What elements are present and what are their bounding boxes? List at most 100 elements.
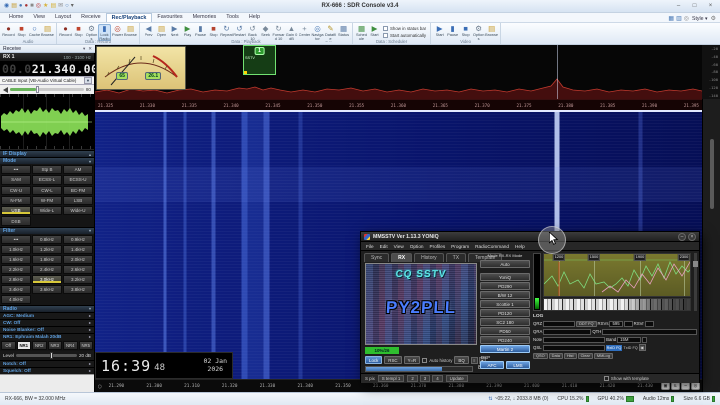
- ribbon-button[interactable]: ■ Stop: [15, 24, 28, 37]
- mmsstv-menu-item[interactable]: File: [366, 244, 374, 249]
- filter-button[interactable]: 3.4kHz: [1, 285, 31, 294]
- auto-mode-button[interactable]: Auto: [480, 260, 530, 268]
- rsvs-value[interactable]: 595: [609, 321, 622, 327]
- page-button[interactable]: 4: [432, 375, 442, 382]
- nr-button[interactable]: NR3: [48, 341, 63, 350]
- dsp-button[interactable]: AFC: [480, 361, 504, 369]
- mmsstv-menu-item[interactable]: Program: [451, 244, 469, 249]
- ribbon-tab[interactable]: Memories: [188, 13, 222, 22]
- ribbon-right-icon[interactable]: ▦: [668, 15, 674, 22]
- window-control-button[interactable]: –: [671, 1, 686, 11]
- sstv-mode-button[interactable]: B/W 12: [480, 291, 530, 299]
- ribbon-button[interactable]: ↻ Repeat: [220, 24, 233, 37]
- log-action-button[interactable]: Clear: [578, 353, 593, 359]
- quick-access-icon[interactable]: ■: [30, 3, 34, 9]
- ribbon-button[interactable]: ○ Cache: [28, 24, 41, 37]
- quick-access-icon[interactable]: ▤: [11, 3, 17, 9]
- band-select[interactable]: 15M: [617, 337, 641, 343]
- section-header-if-display[interactable]: IF Display▴: [0, 150, 94, 157]
- rsvr-spinner[interactable]: [645, 321, 654, 327]
- chevron-down-icon[interactable]: ▼: [84, 77, 92, 84]
- radio-option-row[interactable]: CW: Off▸: [0, 319, 94, 326]
- band-spinner[interactable]: [642, 337, 647, 343]
- log-action-button[interactable]: Data: [549, 353, 563, 359]
- quick-access-icon[interactable]: ●: [25, 3, 29, 9]
- ribbon-button[interactable]: ■ Stop: [207, 24, 220, 37]
- mmsstv-window[interactable]: MMSSTV Ver 1.13.3 YONIQ –× FileEditViewO…: [360, 231, 700, 383]
- quick-access-icon[interactable]: ✉: [58, 3, 63, 9]
- section-header-filter[interactable]: Filter▾: [0, 227, 94, 234]
- ddt-fq-button[interactable]: DDT FQ: [576, 321, 596, 327]
- slider-thumb[interactable]: [693, 261, 698, 267]
- ribbon-tab[interactable]: Home: [4, 13, 28, 22]
- quick-access-icon[interactable]: ▾: [71, 3, 74, 9]
- ribbon-button[interactable]: ▤ Open: [155, 24, 168, 37]
- ribbon-button[interactable]: ● Record: [2, 24, 15, 37]
- filter-button[interactable]: 4.0kHz: [1, 295, 31, 304]
- s-templ-button[interactable]: S templ 1: [378, 375, 405, 382]
- scheduler-checkbox[interactable]: Start automatically: [383, 33, 426, 38]
- filter-button[interactable]: 3.2kHz: [63, 275, 93, 284]
- filter-button[interactable]: 2.6kHz: [63, 265, 93, 274]
- close-icon[interactable]: ✕: [88, 46, 92, 52]
- level-slider-thumb[interactable]: [50, 352, 53, 359]
- qsl-input[interactable]: [543, 345, 605, 351]
- ribbon-button[interactable]: ● Record: [59, 24, 72, 37]
- page-button[interactable]: 3: [420, 375, 430, 382]
- ribbon-button[interactable]: ■ Stop: [72, 24, 85, 37]
- speaker-icon[interactable]: [3, 87, 8, 93]
- ribbon-button[interactable]: ↺ Restart: [233, 24, 246, 37]
- mode-button[interactable]: ECSS-U: [63, 175, 93, 184]
- ribbon-button[interactable]: ▤ Browse: [485, 24, 498, 37]
- ribbon-button[interactable]: ◆ Seek: [259, 24, 272, 37]
- ribbon-button[interactable]: ▶ Start: [433, 24, 446, 37]
- mode-button[interactable]: USB: [1, 206, 31, 215]
- bq-button[interactable]: BQ: [454, 356, 468, 364]
- quick-access-icon[interactable]: ▤: [50, 3, 56, 9]
- mode-button[interactable]: DSB: [1, 216, 31, 225]
- ribbon-button[interactable]: ▤ Browse: [124, 24, 137, 37]
- filter-button[interactable]: 1.8kHz: [32, 255, 62, 264]
- mmsstv-menu-item[interactable]: RadioCommand: [475, 244, 509, 249]
- nr-button[interactable]: Off: [1, 341, 16, 350]
- radio-option-row[interactable]: NR1: Ephraim Malah 20dB▸: [0, 333, 94, 340]
- log-action-button[interactable]: MMLog: [594, 353, 613, 359]
- id-settings-icon[interactable]: ▣: [639, 344, 646, 351]
- rx-bar-icon-button[interactable]: ≡: [471, 357, 478, 364]
- page-button[interactable]: 2: [407, 375, 417, 382]
- ribbon-tab[interactable]: Tools: [221, 13, 244, 22]
- show-with-template-checkbox[interactable]: [604, 376, 609, 381]
- filter-button[interactable]: 3.6kHz: [32, 285, 62, 294]
- window-control-button[interactable]: ×: [703, 1, 718, 11]
- filter-button[interactable]: 2.8kHz: [1, 275, 31, 284]
- ribbon-tab[interactable]: Layout: [50, 13, 76, 22]
- filter-button[interactable]: 1.4kHz: [63, 245, 93, 254]
- filter-button[interactable]: 1.0kHz: [1, 245, 31, 254]
- filter-button[interactable]: 0.9kHz: [63, 235, 93, 244]
- update-button[interactable]: Update: [446, 375, 468, 382]
- quick-access-icon[interactable]: ◎: [36, 3, 41, 9]
- section-header-radio[interactable]: Radio▾: [0, 305, 94, 312]
- mode-button[interactable]: •••: [1, 165, 31, 174]
- section-header-mode[interactable]: Mode▾: [0, 157, 94, 164]
- sstv-mode-button[interactable]: PD290: [480, 282, 530, 290]
- frequency-display[interactable]: 00.021.340.000: [0, 61, 94, 76]
- mode-button[interactable]: Wide-U: [63, 206, 93, 215]
- mode-button[interactable]: BC-FM: [63, 186, 93, 195]
- filter-button[interactable]: 2.4kHz: [32, 265, 62, 274]
- volume-slider-thumb[interactable]: [36, 86, 39, 93]
- ribbon-right-icon[interactable]: ◎: [684, 15, 689, 22]
- ribbon-button[interactable]: ▶ Next: [168, 24, 181, 37]
- mmsstv-menu-item[interactable]: Option: [410, 244, 424, 249]
- dsp-button[interactable]: LMS: [506, 361, 530, 369]
- quick-access-icon[interactable]: ◉: [4, 3, 9, 9]
- mmsstv-window-button[interactable]: –: [678, 233, 686, 241]
- sstv-level-slider[interactable]: [694, 253, 697, 311]
- mode-button[interactable]: CW-L: [32, 186, 62, 195]
- sstv-mode-button[interactable]: PD50: [480, 327, 530, 335]
- sstv-mode-button[interactable]: YoniQ: [480, 273, 530, 281]
- ribbon-button[interactable]: ◎ Power: [111, 24, 124, 37]
- ribbon-tab[interactable]: Favourites: [152, 13, 187, 22]
- sstv-spectrum[interactable]: 1200 1500 1900 2300: [543, 253, 691, 297]
- mmsstv-tab[interactable]: RX: [391, 253, 412, 262]
